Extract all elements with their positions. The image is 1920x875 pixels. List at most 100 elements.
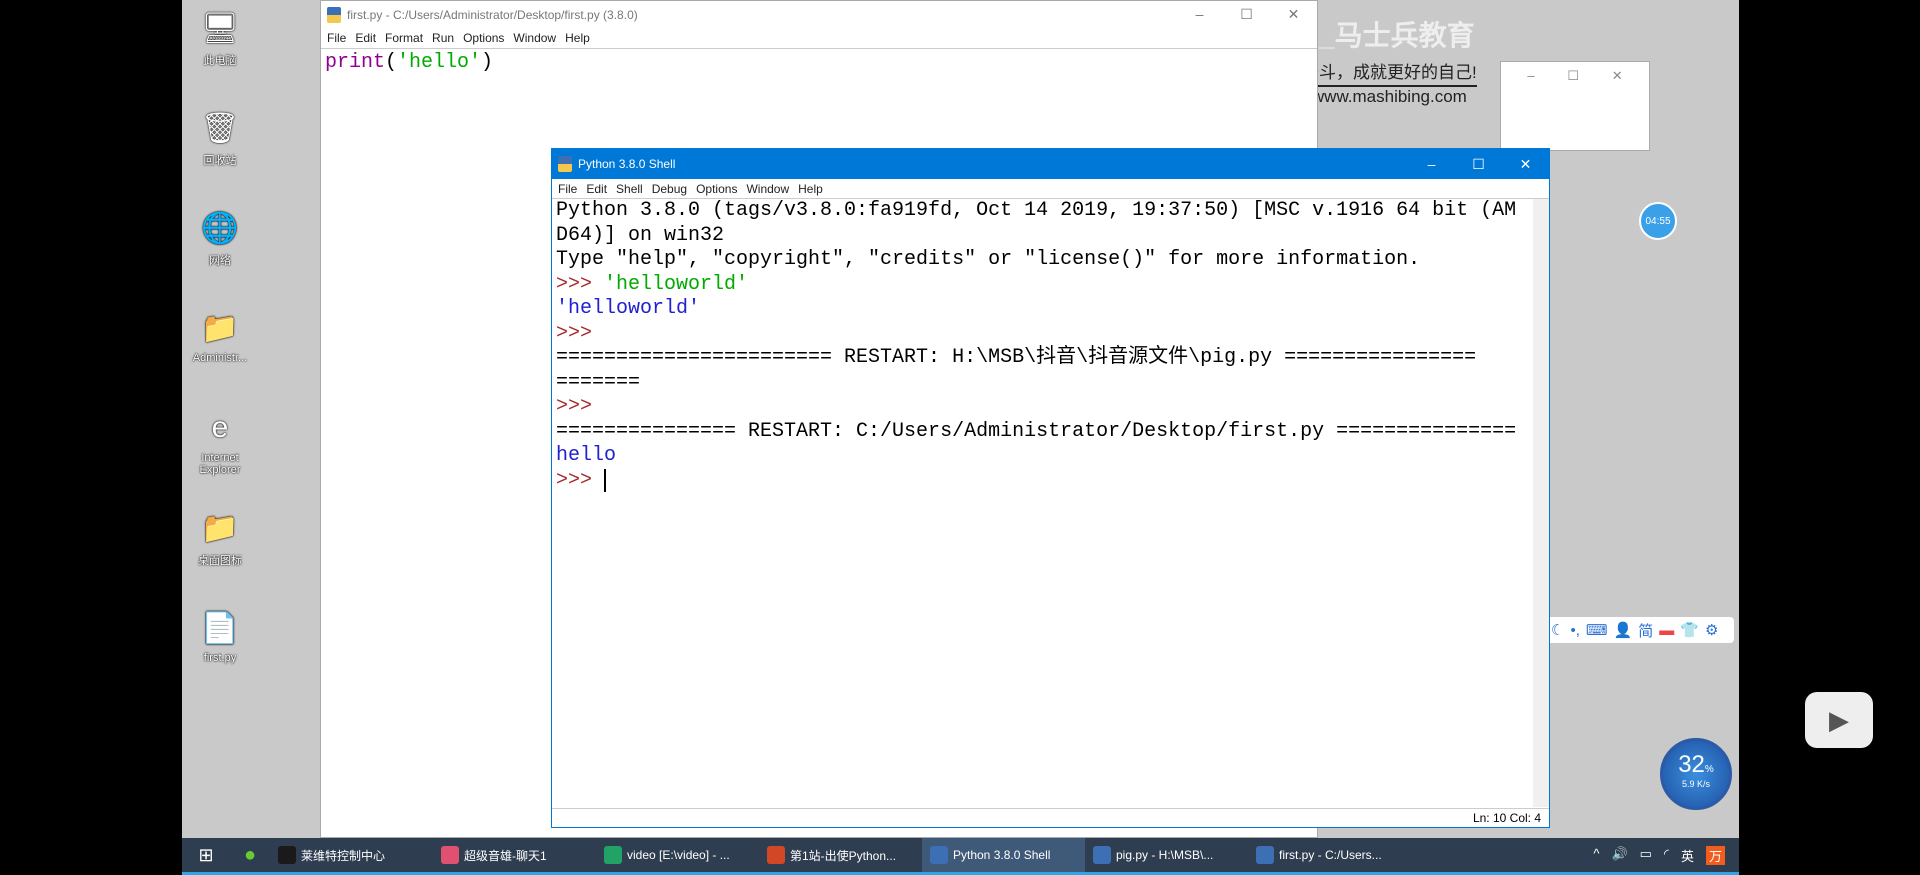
desktop-icon-glyph: 📁 bbox=[201, 511, 239, 545]
browser-icon[interactable]: ● bbox=[230, 844, 270, 867]
menu-help[interactable]: Help bbox=[565, 31, 590, 45]
shell-window[interactable]: Python 3.8.0 Shell – ☐ ✕ File Edit Shell Debu… bbox=[551, 148, 1550, 828]
app-icon bbox=[1256, 846, 1274, 864]
app-icon bbox=[1093, 846, 1111, 864]
taskbar-item[interactable]: Python 3.8.0 Shell bbox=[922, 838, 1085, 872]
menu-shell[interactable]: Shell bbox=[616, 182, 643, 196]
background-window-controls[interactable]: – ☐ ✕ bbox=[1501, 62, 1649, 90]
shell-text[interactable]: Python 3.8.0 (tags/v3.8.0:fa919fd, Oct 1… bbox=[552, 199, 1533, 807]
menu-file[interactable]: File bbox=[558, 182, 577, 196]
shell-line: >>> ​ bbox=[556, 468, 1529, 494]
maximize-button[interactable]: ☐ bbox=[1455, 156, 1502, 173]
start-button[interactable]: ⊞ bbox=[182, 845, 230, 866]
desktop-icon-label: Internet Explorer bbox=[199, 452, 241, 476]
menu-format[interactable]: Format bbox=[385, 31, 423, 45]
punct-icon[interactable]: •, bbox=[1570, 622, 1579, 639]
taskbar-item[interactable]: first.py - C:/Users... bbox=[1248, 838, 1411, 872]
timer-badge[interactable]: 04:55 bbox=[1639, 202, 1677, 240]
shell-line-text: >>> bbox=[556, 272, 605, 296]
taskbar-item[interactable]: 第1站-出使Python... bbox=[759, 838, 922, 872]
editor-text[interactable]: print('hello') bbox=[321, 48, 1317, 76]
close-button[interactable]: ✕ bbox=[1270, 6, 1317, 23]
shell-line: ======================= RESTART: H:\MSB\… bbox=[556, 346, 1529, 371]
menu-options[interactable]: Options bbox=[463, 31, 504, 45]
taskbar-item[interactable]: 超级音雄-聊天1 bbox=[433, 838, 596, 872]
desktop-icon[interactable]: e Internet Explorer bbox=[184, 408, 256, 476]
app-icon bbox=[604, 846, 622, 864]
desktop-icon-label: 桌面图标 bbox=[198, 555, 242, 567]
app-icon bbox=[930, 846, 948, 864]
keyboard-icon[interactable]: ⌨ bbox=[1586, 621, 1608, 639]
code-paren: ( bbox=[385, 51, 398, 74]
shell-titlebar[interactable]: Python 3.8.0 Shell – ☐ ✕ bbox=[552, 149, 1549, 179]
menu-help[interactable]: Help bbox=[798, 182, 823, 196]
desktop-icon[interactable]: 📁 桌面图标 bbox=[184, 508, 256, 568]
ime-logo-icon[interactable]: 万 bbox=[1705, 845, 1725, 865]
desktop-icon[interactable]: 🖥 此电脑 bbox=[184, 8, 256, 68]
menu-window[interactable]: Window bbox=[746, 182, 789, 196]
desktop-icon-label: 网络 bbox=[209, 255, 231, 267]
menu-edit[interactable]: Edit bbox=[586, 182, 607, 196]
taskbar-item-label: 莱维特控制中心 bbox=[301, 848, 386, 863]
minimize-button[interactable]: – bbox=[1408, 156, 1455, 173]
editor-titlebar[interactable]: first.py - C:/Users/Administrator/Deskto… bbox=[321, 1, 1317, 28]
app-icon bbox=[278, 846, 296, 864]
menu-edit[interactable]: Edit bbox=[355, 31, 376, 45]
shell-line-text: ======= bbox=[556, 370, 641, 394]
code-string: 'hello' bbox=[397, 51, 482, 74]
desktop-icon-label: 此电脑 bbox=[203, 55, 237, 67]
moon-icon[interactable]: ☾ bbox=[1551, 621, 1564, 639]
shell-line: >>> bbox=[556, 322, 1529, 347]
taskbar-item[interactable]: video [E:\video] - ... bbox=[596, 838, 759, 872]
desktop-icon[interactable]: 🗑 回收站 bbox=[184, 108, 256, 168]
play-icon[interactable]: ▶ bbox=[1805, 692, 1873, 748]
mic-icon[interactable]: ▬ bbox=[1659, 622, 1674, 639]
taskbar-item[interactable]: pig.py - H:\MSB\... bbox=[1085, 838, 1248, 872]
taskbar-item[interactable]: 莱维特控制中心 bbox=[270, 838, 433, 872]
percent-unit: % bbox=[1704, 764, 1714, 775]
taskbar-item-label: video [E:\video] - ... bbox=[627, 848, 730, 862]
battery-icon[interactable]: ▭ bbox=[1640, 846, 1652, 865]
desktop-icon[interactable]: 📄 first.py bbox=[184, 608, 256, 665]
menu-window[interactable]: Window bbox=[513, 31, 556, 45]
gear-icon[interactable]: ⚙ bbox=[1705, 621, 1718, 639]
ime-script-toggle[interactable]: 简 bbox=[1638, 620, 1653, 641]
shell-input: 'helloworld' bbox=[604, 272, 749, 296]
close-button[interactable]: ✕ bbox=[1502, 156, 1549, 173]
desktop-icon-glyph: 🌐 bbox=[201, 211, 239, 245]
shell-line-text: Type "help", "copyright", "credits" or "… bbox=[556, 248, 1421, 271]
desktop-icon[interactable]: 📁 Administr... bbox=[184, 308, 256, 365]
shell-line-text: D64)] on win32 bbox=[556, 223, 725, 247]
shell-line: Type "help", "copyright", "credits" or "… bbox=[556, 248, 1529, 273]
menu-options[interactable]: Options bbox=[696, 182, 737, 196]
chevron-up-icon[interactable]: ^ bbox=[1593, 846, 1599, 865]
desktop-icon-glyph: e bbox=[211, 411, 229, 444]
taskbar: ⊞ ● 莱维特控制中心 超级音雄-聊天1 video [E:\video] - ..… bbox=[182, 838, 1739, 875]
cpu-percent: 32 bbox=[1678, 751, 1705, 778]
maximize-button[interactable]: ☐ bbox=[1223, 6, 1270, 23]
ime-indicator[interactable]: 英 bbox=[1681, 846, 1694, 865]
app-icon bbox=[441, 846, 459, 864]
watermark-url: www.mashibing.com bbox=[1311, 87, 1467, 106]
shell-line: Python 3.8.0 (tags/v3.8.0:fa919fd, Oct 1… bbox=[556, 199, 1529, 224]
desktop-icon[interactable]: 🌐 网络 bbox=[184, 208, 256, 268]
menu-file[interactable]: File bbox=[327, 31, 346, 45]
idle-icon bbox=[327, 6, 341, 23]
user-icon[interactable]: 👤 bbox=[1614, 621, 1633, 639]
wifi-icon[interactable]: ◜ bbox=[1664, 846, 1669, 865]
taskbar-item-label: 第1站-出使Python... bbox=[790, 848, 897, 863]
watermark-slogan: 奋斗，成就更好的自己! bbox=[1302, 54, 1477, 87]
network-monitor[interactable]: 32% 5.9 K/s bbox=[1660, 738, 1732, 810]
skin-icon[interactable]: 👕 bbox=[1680, 621, 1699, 639]
menu-run[interactable]: Run bbox=[432, 31, 454, 45]
shell-line-text: >>> bbox=[556, 321, 593, 345]
app-icon bbox=[767, 846, 785, 864]
volume-icon[interactable]: 🔊 bbox=[1611, 846, 1627, 865]
minimize-button[interactable]: – bbox=[1176, 6, 1223, 23]
taskbar-item-label: 超级音雄-聊天1 bbox=[464, 848, 547, 863]
taskbar-item-label: pig.py - H:\MSB\... bbox=[1116, 848, 1214, 862]
background-window[interactable]: – ☐ ✕ bbox=[1500, 61, 1650, 151]
scrollbar[interactable] bbox=[1533, 199, 1549, 807]
desktop-icon-glyph: 📄 bbox=[201, 611, 239, 645]
menu-debug[interactable]: Debug bbox=[652, 182, 687, 196]
